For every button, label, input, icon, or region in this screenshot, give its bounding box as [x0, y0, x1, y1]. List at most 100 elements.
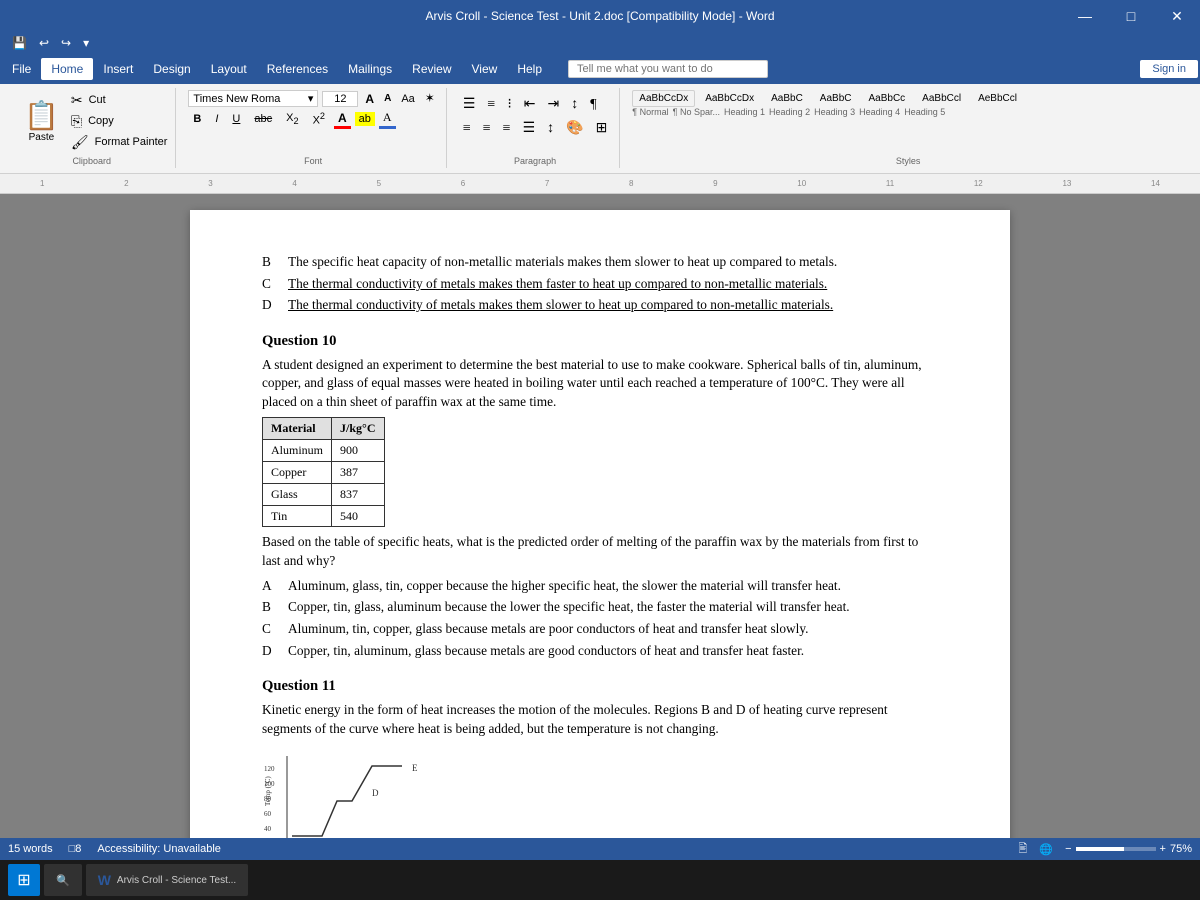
- format-painter-icon: 🖌: [71, 134, 89, 151]
- menu-layout[interactable]: Layout: [201, 58, 257, 80]
- shading-button[interactable]: 🎨: [562, 118, 587, 139]
- menu-help[interactable]: Help: [507, 58, 552, 80]
- zoom-out-button[interactable]: −: [1065, 843, 1071, 855]
- clipboard-group: 📋 Paste ✂ Cut ⎘ Copy 🖌 Format Painter Cl…: [8, 88, 176, 168]
- style-heading2[interactable]: AaBbC: [813, 90, 859, 107]
- style-heading3[interactable]: AaBbCc: [861, 90, 912, 107]
- menu-home[interactable]: Home: [41, 58, 93, 80]
- style-nospacing-label: ¶ No Spar...: [673, 107, 720, 117]
- document-area: B The specific heat capacity of non-meta…: [0, 194, 1200, 838]
- styles-list: AaBbCcDx AaBbCcDx AaBbC AaBbC AaBbCc AaB…: [632, 90, 1184, 107]
- justify-button[interactable]: ☰: [519, 118, 540, 139]
- style-no-spacing[interactable]: AaBbCcDx: [698, 90, 761, 107]
- show-formatting-button[interactable]: ¶: [586, 95, 600, 115]
- svg-text:60: 60: [264, 810, 272, 818]
- word-count: 15 words: [8, 843, 53, 855]
- cut-label: Cut: [89, 94, 106, 106]
- style-heading1[interactable]: AaBbC: [764, 90, 810, 107]
- font-name-dropdown[interactable]: Times New Roma ▾: [188, 90, 318, 107]
- value-glass: 837: [332, 483, 384, 505]
- zoom-slider[interactable]: [1076, 847, 1156, 851]
- taskbar-word[interactable]: W Arvis Croll - Science Test...: [86, 864, 249, 896]
- bullets-button[interactable]: ☰: [459, 94, 480, 115]
- align-center-button[interactable]: ≡: [479, 119, 495, 139]
- zoom-percent: 75%: [1170, 843, 1192, 855]
- strikethrough-button[interactable]: abc: [249, 111, 277, 127]
- paste-button[interactable]: 📋 Paste: [16, 97, 67, 145]
- clear-format-button[interactable]: ✶: [422, 90, 438, 107]
- copy-button[interactable]: ⎘ Copy: [71, 112, 168, 131]
- sign-in-button[interactable]: Sign in: [1140, 60, 1198, 78]
- italic-button[interactable]: I: [210, 111, 223, 127]
- zoom-fill: [1076, 847, 1124, 851]
- styles-group: AaBbCcDx AaBbCcDx AaBbC AaBbC AaBbCc AaB…: [624, 88, 1192, 168]
- table-row: Glass 837: [263, 483, 385, 505]
- save-quick-btn[interactable]: 💾: [8, 36, 31, 51]
- value-copper: 387: [332, 462, 384, 484]
- styles-label: Styles: [632, 152, 1184, 166]
- answer-letter-d: D: [262, 296, 278, 315]
- taskbar: ⊞ 🔍 W Arvis Croll - Science Test...: [0, 860, 1200, 900]
- taskbar-search[interactable]: 🔍: [44, 864, 82, 896]
- highlight-button[interactable]: ab: [355, 112, 375, 126]
- cut-button[interactable]: ✂ Cut: [71, 91, 168, 110]
- view-web-icon[interactable]: 🌐: [1039, 843, 1053, 856]
- more-quick-btn[interactable]: ▾: [79, 36, 93, 51]
- menu-mailings[interactable]: Mailings: [338, 58, 402, 80]
- style-heading5[interactable]: AeBbCcl: [971, 90, 1024, 107]
- decrease-indent-button[interactable]: ⇤: [520, 94, 540, 115]
- material-copper: Copper: [263, 462, 332, 484]
- underline-button[interactable]: U: [227, 111, 245, 127]
- close-button[interactable]: ✕: [1154, 0, 1200, 32]
- paste-label: Paste: [29, 132, 55, 143]
- zoom-in-button[interactable]: +: [1160, 843, 1166, 855]
- menu-insert[interactable]: Insert: [93, 58, 143, 80]
- menu-references[interactable]: References: [257, 58, 338, 80]
- status-bar: 15 words □8 Accessibility: Unavailable 🖹…: [0, 838, 1200, 860]
- font-color-button[interactable]: A: [334, 110, 351, 129]
- subscript-button[interactable]: X2: [281, 110, 303, 128]
- style-normal[interactable]: AaBbCcDx: [632, 90, 695, 107]
- document-page[interactable]: B The specific heat capacity of non-meta…: [190, 210, 1010, 838]
- menu-view[interactable]: View: [462, 58, 508, 80]
- line-spacing-button[interactable]: ↕: [543, 119, 558, 139]
- minimize-button[interactable]: —: [1062, 0, 1108, 32]
- undo-quick-btn[interactable]: ↩: [35, 36, 53, 51]
- start-button[interactable]: ⊞: [8, 864, 40, 896]
- superscript-button[interactable]: X2: [308, 109, 330, 129]
- align-right-button[interactable]: ≡: [499, 119, 515, 139]
- format-painter-label: Format Painter: [95, 136, 168, 148]
- q10-c-text: Aluminum, tin, copper, glass because met…: [288, 620, 938, 639]
- table-header-2: J/kg°C: [332, 418, 384, 440]
- sort-button[interactable]: ↕: [567, 95, 582, 115]
- answer-text-d: The thermal conductivity of metals makes…: [288, 296, 938, 315]
- increase-indent-button[interactable]: ⇥: [544, 94, 564, 115]
- q10-answer-d: D Copper, tin, aluminum, glass because m…: [262, 642, 938, 661]
- shrink-font-button[interactable]: A: [381, 92, 394, 105]
- borders-button[interactable]: ⊞: [592, 118, 612, 139]
- redo-quick-btn[interactable]: ↪: [57, 36, 75, 51]
- chart-svg: 20 40 60 80 100 120 D E Time (min) Temp …: [262, 746, 462, 838]
- view-print-icon[interactable]: 🖹: [1019, 840, 1028, 859]
- align-left-button[interactable]: ≡: [459, 119, 475, 139]
- menu-file[interactable]: File: [2, 58, 41, 80]
- q10-b-text: Copper, tin, glass, aluminum because the…: [288, 598, 938, 617]
- format-painter-button[interactable]: 🖌 Format Painter: [71, 133, 168, 152]
- maximize-button[interactable]: □: [1108, 0, 1154, 32]
- menu-review[interactable]: Review: [402, 58, 461, 80]
- multilevel-button[interactable]: ⁝: [503, 94, 515, 115]
- q10-answer-a: A Aluminum, glass, tin, copper because t…: [262, 577, 938, 596]
- cut-icon: ✂: [71, 92, 83, 109]
- change-case-button[interactable]: Aa: [398, 92, 417, 106]
- bold-button[interactable]: B: [188, 111, 206, 127]
- tell-me-input[interactable]: [568, 60, 768, 78]
- style-h3-label: Heading 3: [814, 107, 855, 117]
- q10-d-text: Copper, tin, aluminum, glass because met…: [288, 642, 938, 661]
- grow-font-button[interactable]: A: [362, 91, 377, 107]
- numbering-button[interactable]: ≡: [483, 95, 499, 115]
- font-size-input[interactable]: 12: [322, 91, 358, 107]
- menu-design[interactable]: Design: [143, 58, 200, 80]
- font-color2-button[interactable]: A: [379, 109, 396, 129]
- svg-text:E: E: [412, 763, 418, 773]
- style-heading4[interactable]: AaBbCcl: [915, 90, 968, 107]
